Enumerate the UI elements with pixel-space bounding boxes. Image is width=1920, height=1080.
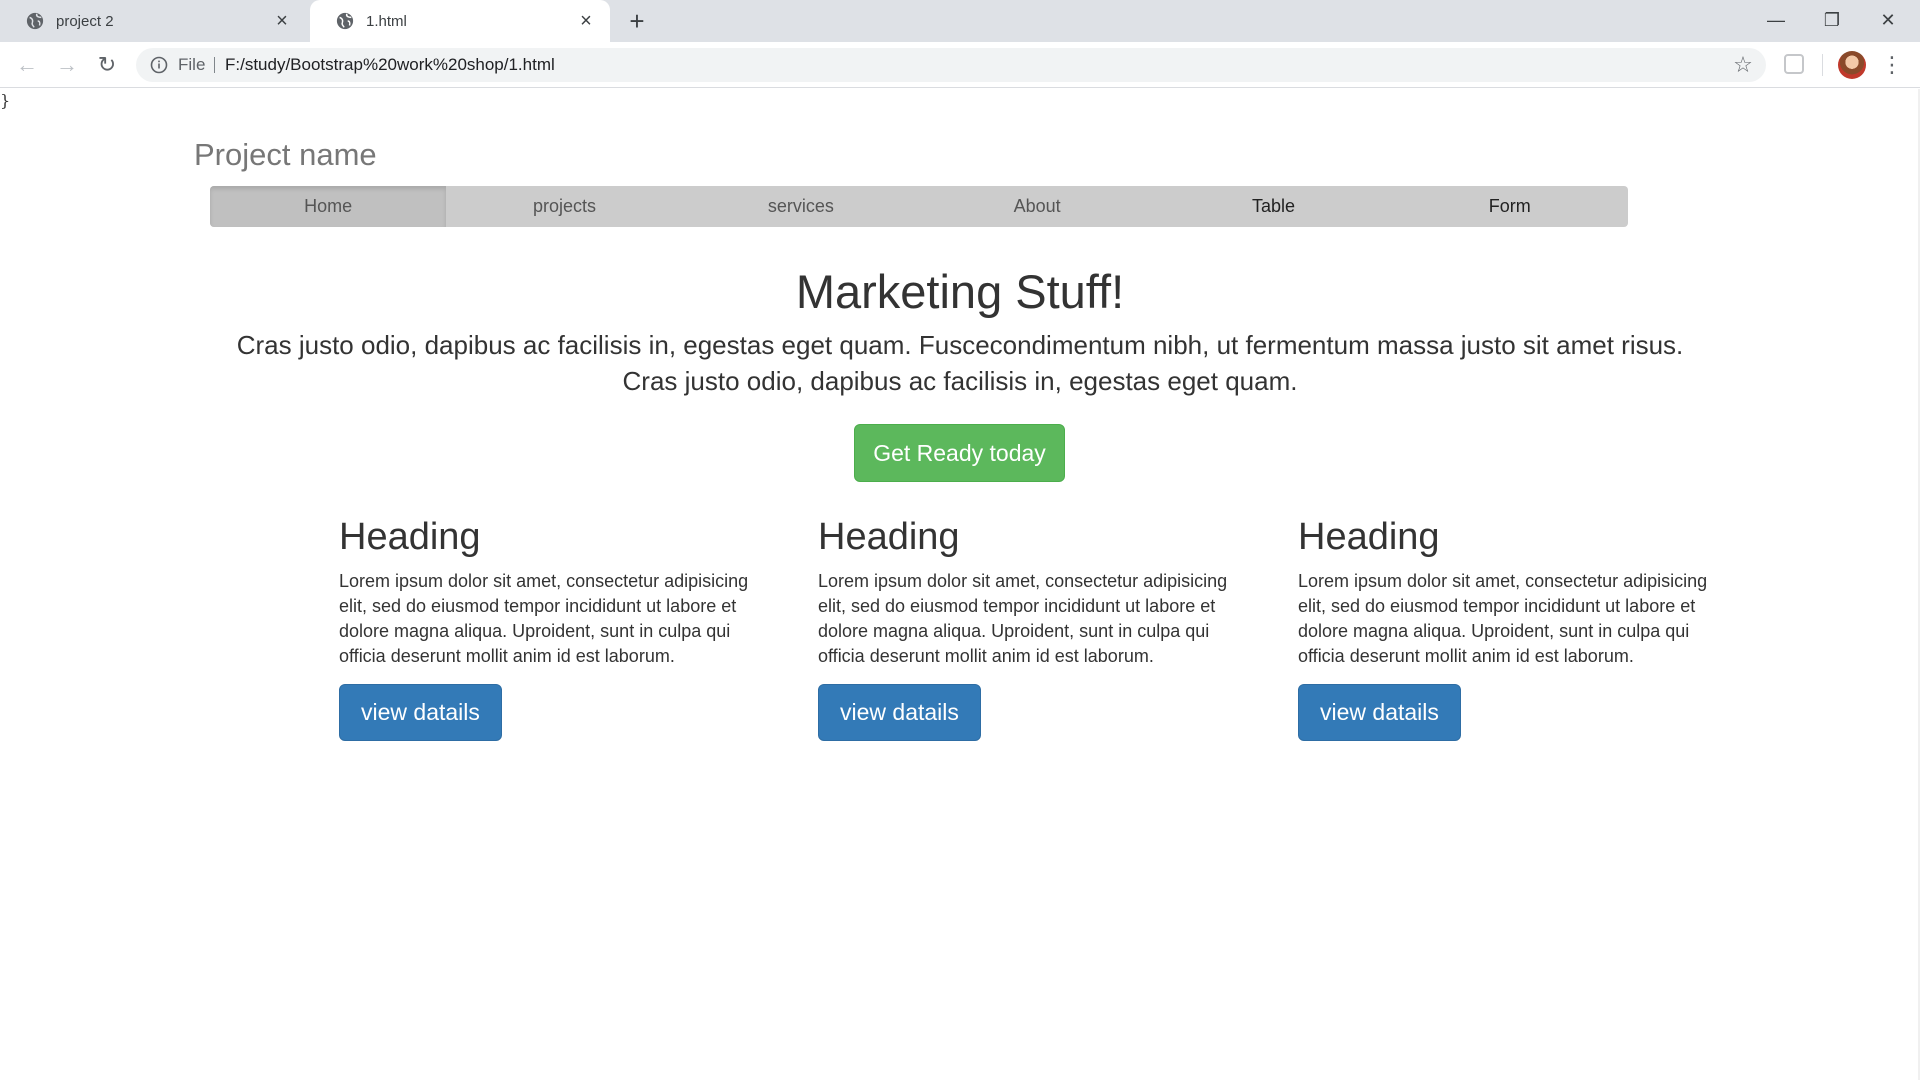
url-scheme: File [178, 55, 206, 74]
globe-icon [336, 12, 354, 30]
profile-avatar[interactable] [1838, 51, 1866, 79]
feature-column: Heading Lorem ipsum dolor sit amet, cons… [339, 514, 789, 741]
column-text: Lorem ipsum dolor sit amet, consectetur … [1298, 571, 1708, 666]
nav-form[interactable]: Form [1392, 186, 1628, 227]
feature-column: Heading Lorem ipsum dolor sit amet, cons… [1298, 514, 1748, 741]
column-text: Lorem ipsum dolor sit amet, consectetur … [339, 571, 749, 666]
hero-lead: Cras justo odio, dapibus ac facilisis in… [210, 327, 1710, 399]
view-details-button[interactable]: view datails [818, 684, 981, 741]
kebab-menu-icon[interactable]: ⋮ [1880, 50, 1904, 80]
brand-title[interactable]: Project name [194, 137, 377, 173]
browser-toolbar: ← → ↻ File F:/study/Bootstrap%20work%20s… [0, 42, 1920, 88]
close-window-icon[interactable]: ✕ [1868, 6, 1908, 34]
column-heading: Heading [339, 516, 481, 558]
feature-column: Heading Lorem ipsum dolor sit amet, cons… [818, 514, 1268, 741]
stray-text: } [0, 91, 11, 110]
view-details-button[interactable]: view datails [1298, 684, 1461, 741]
column-heading: Heading [818, 516, 960, 558]
nav-services[interactable]: services [683, 186, 919, 227]
view-details-button[interactable]: view datails [339, 684, 502, 741]
new-tab-icon[interactable]: + [624, 8, 650, 34]
column-heading: Heading [1298, 516, 1440, 558]
page-viewport: } Project name Home projects services Ab… [0, 89, 1920, 1080]
hero-title: Marketing Stuff! [795, 265, 1125, 318]
hero-lead-line: Cras justo odio, dapibus ac facilisis in… [622, 366, 1298, 396]
reload-icon[interactable]: ↻ [92, 50, 122, 80]
bookmark-star-icon[interactable]: ☆ [1730, 52, 1756, 78]
nav-about[interactable]: About [919, 186, 1155, 227]
url-separator [214, 57, 215, 73]
browser-tab[interactable]: project 2 × [0, 0, 306, 42]
address-bar[interactable]: File F:/study/Bootstrap%20work%20shop/1.… [136, 48, 1766, 82]
nav-projects[interactable]: projects [446, 186, 682, 227]
close-tab-icon[interactable]: × [272, 11, 292, 31]
hero-lead-line: Cras justo odio, dapibus ac facilisis in… [236, 330, 1684, 360]
restore-icon[interactable]: ❐ [1812, 6, 1852, 34]
column-text: Lorem ipsum dolor sit amet, consectetur … [818, 571, 1228, 666]
forward-icon[interactable]: → [52, 50, 82, 80]
tab-title: 1.html [366, 12, 407, 30]
info-icon[interactable] [150, 56, 168, 74]
extension-icon[interactable] [1784, 54, 1804, 74]
browser-tabstrip: project 2 × 1.html × + — ❐ ✕ [0, 0, 1920, 42]
close-tab-icon[interactable]: × [576, 11, 596, 31]
browser-tab-active[interactable]: 1.html × [310, 0, 610, 42]
get-ready-button[interactable]: Get Ready today [854, 424, 1065, 482]
nav-table[interactable]: Table [1155, 186, 1391, 227]
toolbar-divider [1822, 54, 1823, 76]
url-text[interactable]: F:/study/Bootstrap%20work%20shop/1.html [225, 48, 555, 82]
nav-home[interactable]: Home [210, 186, 447, 227]
back-icon[interactable]: ← [12, 50, 42, 80]
minimize-icon[interactable]: — [1756, 6, 1796, 34]
globe-icon [26, 12, 44, 30]
navbar: Home projects services About Table Form [210, 186, 1628, 227]
tab-title: project 2 [56, 12, 114, 30]
